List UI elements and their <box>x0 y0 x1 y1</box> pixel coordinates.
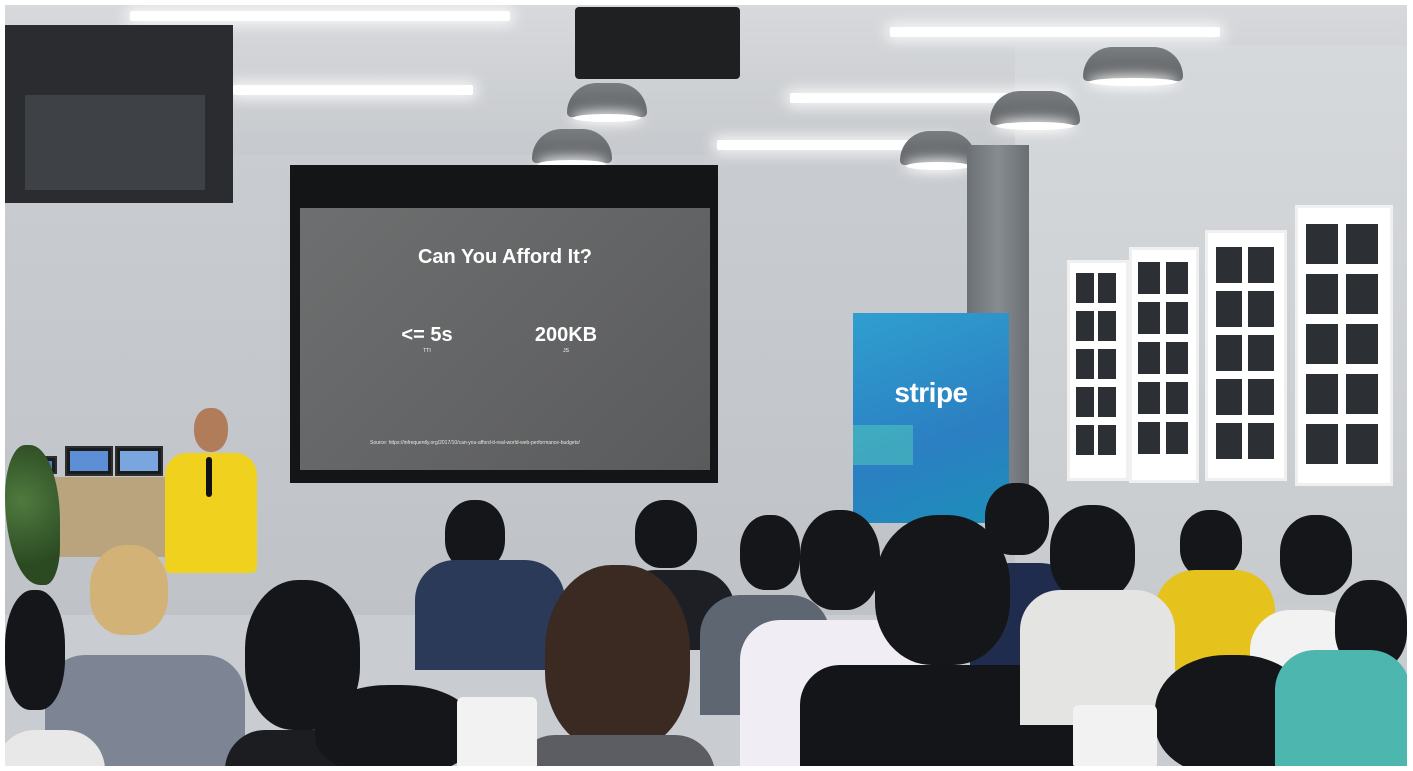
ceiling-light <box>890 27 1220 37</box>
window <box>1205 230 1287 481</box>
window <box>1067 260 1129 481</box>
stripe-banner: stripe <box>853 313 1009 523</box>
equipment-panel <box>25 95 205 190</box>
chair <box>1073 705 1157 766</box>
pendant-lamp <box>1083 47 1183 86</box>
ceiling-light <box>233 85 473 95</box>
pendant-lamp <box>990 91 1080 130</box>
monitor <box>115 446 163 476</box>
window <box>1129 247 1199 483</box>
window <box>1295 205 1393 486</box>
pendant-lamp <box>567 83 647 122</box>
microphone <box>206 457 212 497</box>
monitor <box>65 446 113 476</box>
speaker-head <box>194 408 228 452</box>
presentation-slide: Can You Afford It? <= 5s TTI 200KB JS So… <box>300 208 710 470</box>
ceiling-light <box>130 11 510 21</box>
metric-js-label: JS <box>563 348 569 354</box>
metric-js-value: 200KB <box>534 324 598 346</box>
metric-tti-value: <= 5s <box>401 324 453 346</box>
stripe-logo: stripe <box>894 377 968 408</box>
wall-equipment <box>5 25 233 203</box>
banner-graphic <box>853 425 913 465</box>
metric-tti: <= 5s TTI <box>367 324 487 354</box>
metric-js: 200KB JS <box>506 324 626 354</box>
photo-frame: Can You Afford It? <= 5s TTI 200KB JS So… <box>5 5 1407 766</box>
pendant-lamp <box>532 129 612 168</box>
slide-title: Can You Afford It? <box>417 246 593 268</box>
slide-source: Source: https://infrequently.org/2017/10… <box>370 440 580 446</box>
chair <box>457 697 537 766</box>
projector <box>575 7 740 79</box>
metric-tti-label: TTI <box>423 348 431 354</box>
